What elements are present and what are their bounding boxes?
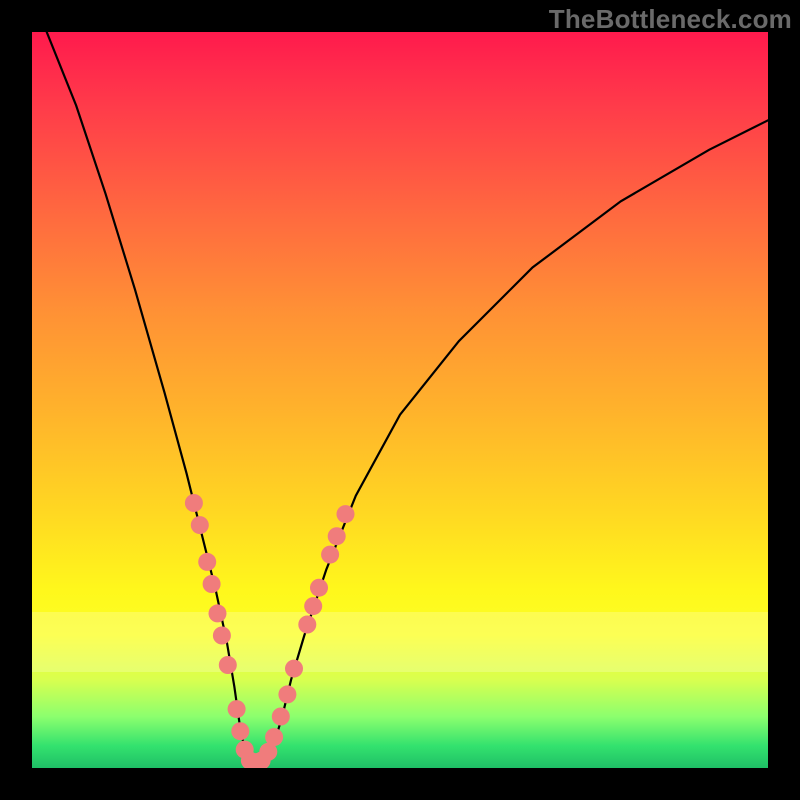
plot-area [32, 32, 768, 768]
data-marker [337, 505, 355, 523]
data-marker [265, 728, 283, 746]
data-marker [213, 627, 231, 645]
data-marker [198, 553, 216, 571]
chart-frame: TheBottleneck.com [0, 0, 800, 800]
highlight-band [32, 612, 768, 672]
data-marker [298, 616, 316, 634]
data-marker [228, 700, 246, 718]
data-marker [247, 753, 265, 768]
data-marker [285, 660, 303, 678]
data-marker [185, 494, 203, 512]
data-marker [219, 656, 237, 674]
data-marker [278, 685, 296, 703]
data-marker [310, 579, 328, 597]
data-marker [209, 604, 227, 622]
data-marker [328, 527, 346, 545]
data-marker [259, 743, 277, 761]
data-marker [241, 752, 259, 768]
data-marker [203, 575, 221, 593]
marker-group [185, 494, 355, 768]
data-marker [321, 546, 339, 564]
data-marker [236, 741, 254, 759]
data-marker [191, 516, 209, 534]
watermark-text: TheBottleneck.com [549, 4, 792, 35]
curve-layer [32, 32, 768, 768]
data-marker [304, 597, 322, 615]
data-marker [231, 722, 249, 740]
bottleneck-curve [47, 32, 768, 762]
data-marker [272, 708, 290, 726]
data-marker [253, 752, 271, 768]
